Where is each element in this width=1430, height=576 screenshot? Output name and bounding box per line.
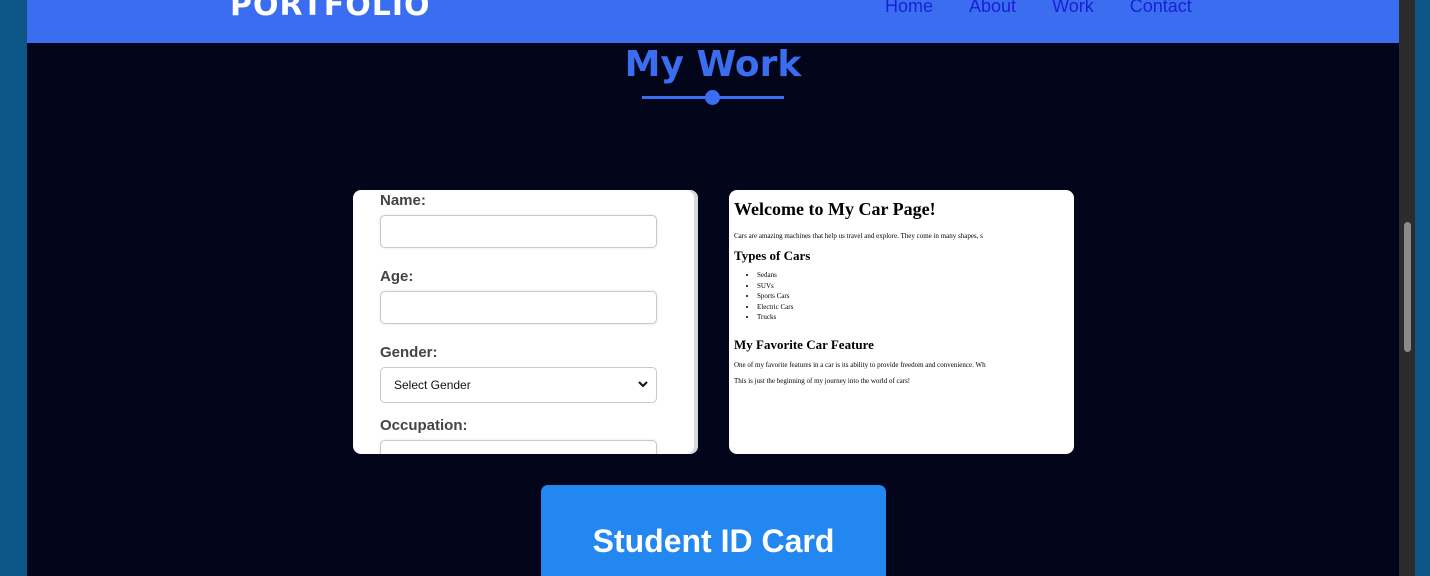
list-item: SUVs <box>757 281 1074 292</box>
title-dot <box>705 90 720 105</box>
name-field[interactable] <box>380 215 657 248</box>
occupation-label: Occupation: <box>380 417 468 434</box>
list-item: Sports Cars <box>757 291 1074 302</box>
car-feature-text: One of my favorite features in a car is … <box>734 360 986 369</box>
name-label: Name: <box>380 192 426 209</box>
gender-label: Gender: <box>380 344 438 361</box>
list-item: Trucks <box>757 312 1074 323</box>
occupation-field[interactable] <box>380 440 657 454</box>
form-preview: Name: Age: Gender: Select Gender Occupat… <box>380 190 657 454</box>
nav-link-contact[interactable]: Contact <box>1130 0 1192 17</box>
scrollbar-thumb[interactable] <box>1404 222 1411 352</box>
nav-link-about[interactable]: About <box>969 0 1016 17</box>
nav-links: Home About Work Contact <box>885 0 1192 17</box>
age-label: Age: <box>380 268 414 285</box>
nav-link-home[interactable]: Home <box>885 0 933 17</box>
nav-link-work[interactable]: Work <box>1052 0 1094 17</box>
car-page-heading: Welcome to My Car Page! <box>734 199 936 219</box>
list-item: Electric Cars <box>757 302 1074 313</box>
navbar: PORTFOLIO Home About Work Contact <box>27 0 1399 43</box>
age-field[interactable] <box>380 291 657 324</box>
list-item: Sedans <box>757 270 1074 281</box>
student-id-card-button[interactable]: Student ID Card <box>541 485 886 576</box>
car-types-heading: Types of Cars <box>734 248 811 263</box>
chevron-down-icon <box>638 379 648 391</box>
car-page-intro: Cars are amazing machines that help us t… <box>734 232 983 240</box>
page-viewport: PORTFOLIO Home About Work Contact My Wor… <box>27 0 1399 576</box>
car-types-list: Sedans SUVs Sports Cars Electric Cars Tr… <box>734 270 1074 323</box>
brand-logo[interactable]: PORTFOLIO <box>230 0 430 23</box>
car-closing-text: This is just the beginning of my journey… <box>734 376 911 385</box>
project-card-car-page[interactable]: Welcome to My Car Page! Cars are amazing… <box>729 190 1074 454</box>
gender-select-value: Select Gender <box>394 378 471 392</box>
gender-select[interactable]: Select Gender <box>380 367 657 403</box>
project-card-form[interactable]: Name: Age: Gender: Select Gender Occupat… <box>353 190 698 454</box>
car-page-preview: Welcome to My Car Page! Cars are amazing… <box>734 190 1074 393</box>
section-title: My Work <box>624 44 802 85</box>
car-feature-heading: My Favorite Car Feature <box>734 336 874 352</box>
